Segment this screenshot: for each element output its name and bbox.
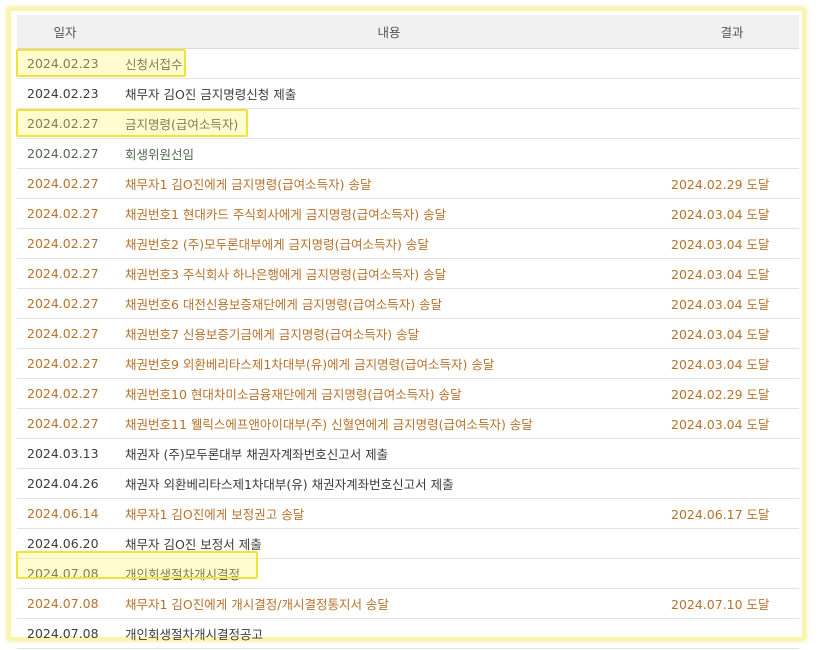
row-result: 2024.03.04 도달	[665, 288, 799, 319]
row-content: 채권번호9 외환베리타스제1차대부(유)에게 금지명령(급여소득자) 송달	[113, 348, 665, 379]
row-date: 2024.02.27	[17, 378, 113, 409]
row-date: 2024.07.08	[17, 618, 113, 649]
row-result: 2024.06.17 도달	[665, 498, 799, 529]
case-history-table: 일자 내용 결과 2024.02.23 신청서접수 2024.02.23 채무자 김O…	[17, 15, 799, 649]
row-result: 2024.03.04 도달	[665, 408, 799, 439]
row-date: 2024.02.27	[17, 108, 113, 139]
row-result: 2024.03.04 도달	[665, 258, 799, 289]
row-content: 회생위원선임	[113, 138, 665, 169]
table-row[interactable]: 2024.02.27 채권번호1 현대카드 주식회사에게 금지명령(급여소득자) …	[17, 198, 799, 229]
row-content: 채무자 김O진 보정서 제출	[113, 528, 665, 559]
row-date: 2024.02.27	[17, 288, 113, 319]
row-result	[665, 48, 799, 79]
row-content: 채무자 김O진 금지명령신청 제출	[113, 78, 665, 109]
row-content: 개인회생절차개시결정공고	[113, 618, 665, 649]
row-date: 2024.02.27	[17, 348, 113, 379]
row-date: 2024.03.13	[17, 438, 113, 469]
table-row[interactable]: 2024.02.27 채권번호10 현대차미소금융재단에게 금지명령(급여소득자)…	[17, 378, 799, 409]
case-history-panel: 일자 내용 결과 2024.02.23 신청서접수 2024.02.23 채무자 김O…	[8, 8, 805, 649]
row-date: 2024.02.27	[17, 228, 113, 259]
table-header-row: 일자 내용 결과	[17, 15, 799, 49]
row-result	[665, 618, 799, 649]
table-row[interactable]: 2024.07.08 개인회생절차개시결정공고	[17, 618, 799, 649]
row-content: 채권번호3 주식회사 하나은행에게 금지명령(급여소득자) 송달	[113, 258, 665, 289]
row-content: 채권번호10 현대차미소금융재단에게 금지명령(급여소득자) 송달	[113, 378, 665, 409]
row-result: 2024.03.04 도달	[665, 228, 799, 259]
table-row[interactable]: 2024.02.27 채권번호6 대전신용보증재단에게 금지명령(급여소득자) 송…	[17, 288, 799, 319]
row-date: 2024.02.27	[17, 198, 113, 229]
row-date: 2024.06.20	[17, 528, 113, 559]
row-result: 2024.03.04 도달	[665, 348, 799, 379]
row-result	[665, 528, 799, 559]
row-result	[665, 468, 799, 499]
table-row[interactable]: 2024.02.23 신청서접수	[17, 48, 799, 79]
row-date: 2024.02.27	[17, 318, 113, 349]
row-content: 금지명령(급여소득자)	[113, 108, 665, 139]
row-result	[665, 78, 799, 109]
row-result: 2024.02.29 도달	[665, 378, 799, 409]
header-result: 결과	[665, 15, 799, 49]
row-date: 2024.04.26	[17, 468, 113, 499]
table-row[interactable]: 2024.06.20 채무자 김O진 보정서 제출	[17, 528, 799, 559]
row-date: 2024.02.27	[17, 258, 113, 289]
row-content: 채무자1 김O진에게 보정권고 송달	[113, 498, 665, 529]
header-date: 일자	[17, 15, 113, 49]
table-row[interactable]: 2024.02.27 금지명령(급여소득자)	[17, 108, 799, 139]
row-date: 2024.02.23	[17, 48, 113, 79]
row-result	[665, 108, 799, 139]
row-content: 채권번호1 현대카드 주식회사에게 금지명령(급여소득자) 송달	[113, 198, 665, 229]
row-content: 채권번호6 대전신용보증재단에게 금지명령(급여소득자) 송달	[113, 288, 665, 319]
table-row[interactable]: 2024.02.27 채권번호3 주식회사 하나은행에게 금지명령(급여소득자) …	[17, 258, 799, 289]
row-content: 신청서접수	[113, 48, 665, 79]
table-row[interactable]: 2024.03.13 채권자 (주)모두론대부 채권자계좌번호신고서 제출	[17, 438, 799, 469]
row-content: 채무자1 김O진에게 금지명령(급여소득자) 송달	[113, 168, 665, 199]
row-content: 채권번호2 (주)모두론대부에게 금지명령(급여소득자) 송달	[113, 228, 665, 259]
table-row[interactable]: 2024.02.27 채무자1 김O진에게 금지명령(급여소득자) 송달 2024.…	[17, 168, 799, 199]
row-content: 채권번호11 웰릭스에프앤아이대부(주) 신혈연에게 금지명령(급여소득자) 송…	[113, 408, 665, 439]
table-row[interactable]: 2024.02.27 채권번호11 웰릭스에프앤아이대부(주) 신혈연에게 금지명…	[17, 408, 799, 439]
table-row[interactable]: 2024.02.27 채권번호9 외환베리타스제1차대부(유)에게 금지명령(급여…	[17, 348, 799, 379]
row-content: 채무자1 김O진에게 개시결정/개시결정통지서 송달	[113, 588, 665, 619]
table-row[interactable]: 2024.06.14 채무자1 김O진에게 보정권고 송달 2024.06.17 도…	[17, 498, 799, 529]
row-result: 2024.02.29 도달	[665, 168, 799, 199]
row-result	[665, 138, 799, 169]
row-date: 2024.02.27	[17, 408, 113, 439]
row-result: 2024.03.04 도달	[665, 198, 799, 229]
row-content: 채권자 (주)모두론대부 채권자계좌번호신고서 제출	[113, 438, 665, 469]
row-date: 2024.02.27	[17, 138, 113, 169]
row-result: 2024.07.10 도달	[665, 588, 799, 619]
table-row[interactable]: 2024.02.27 채권번호2 (주)모두론대부에게 금지명령(급여소득자) 송…	[17, 228, 799, 259]
row-result	[665, 438, 799, 469]
row-date: 2024.02.23	[17, 78, 113, 109]
row-result: 2024.03.04 도달	[665, 318, 799, 349]
row-date: 2024.02.27	[17, 168, 113, 199]
row-result	[665, 558, 799, 589]
table-row[interactable]: 2024.02.23 채무자 김O진 금지명령신청 제출	[17, 78, 799, 109]
row-content: 개인회생절차개시결정	[113, 558, 665, 589]
row-content: 채권번호7 신용보증기금에게 금지명령(급여소득자) 송달	[113, 318, 665, 349]
row-content: 채권자 외환베리타스제1차대부(유) 채권자계좌번호신고서 제출	[113, 468, 665, 499]
table-row[interactable]: 2024.07.08 채무자1 김O진에게 개시결정/개시결정통지서 송달 2024…	[17, 588, 799, 619]
table-row[interactable]: 2024.04.26 채권자 외환베리타스제1차대부(유) 채권자계좌번호신고서 …	[17, 468, 799, 499]
table-row[interactable]: 2024.02.27 채권번호7 신용보증기금에게 금지명령(급여소득자) 송달 2…	[17, 318, 799, 349]
row-date: 2024.07.08	[17, 588, 113, 619]
table-row[interactable]: 2024.07.08 개인회생절차개시결정	[17, 558, 799, 589]
header-content: 내용	[113, 15, 665, 49]
row-date: 2024.06.14	[17, 498, 113, 529]
row-date: 2024.07.08	[17, 558, 113, 589]
table-row[interactable]: 2024.02.27 회생위원선임	[17, 138, 799, 169]
